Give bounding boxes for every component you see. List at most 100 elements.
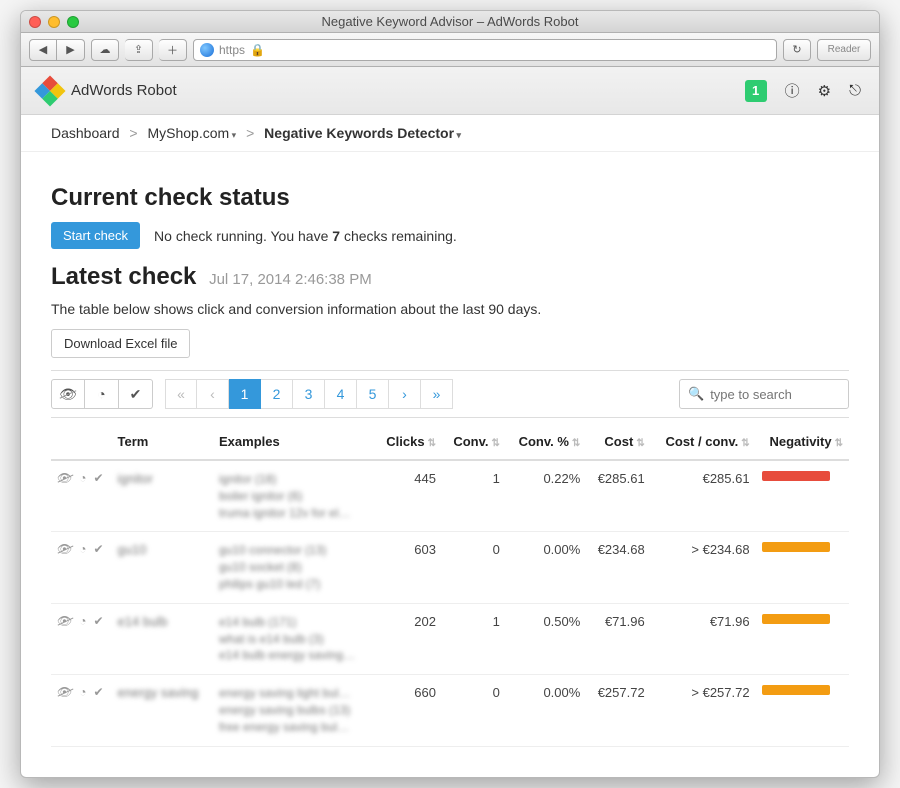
nav-forward-button[interactable]: ▶	[57, 39, 85, 61]
crumb-detector[interactable]: Negative Keywords Detector	[264, 125, 461, 141]
brand-name: AdWords Robot	[71, 82, 177, 99]
latest-timestamp: Jul 17, 2014 2:46:38 PM	[209, 271, 372, 288]
row-hide-icon[interactable]: 👁	[57, 542, 74, 556]
row-check-icon[interactable]: ✔	[93, 542, 105, 556]
page-prev[interactable]: ‹	[197, 379, 229, 409]
status-note: No check running. You have 7 checks rema…	[154, 228, 457, 244]
sort-icon: ⇅	[572, 438, 580, 449]
brand-logo-icon	[34, 75, 65, 106]
close-window-icon[interactable]	[29, 16, 41, 28]
row-hide-icon[interactable]: 👁	[57, 471, 74, 485]
latest-heading: Latest check Jul 17, 2014 2:46:38 PM	[51, 263, 849, 291]
col-examples[interactable]: Examples	[213, 424, 375, 460]
icloud-tabs-button[interactable]: ☁	[91, 39, 119, 61]
row-hide-icon[interactable]: 👁	[57, 614, 74, 628]
cell-conv: 1	[442, 460, 506, 532]
page-2[interactable]: 2	[261, 379, 293, 409]
reader-button[interactable]: Reader	[817, 39, 871, 61]
traffic-lights	[29, 16, 79, 28]
info-icon[interactable]: ⓘ	[785, 80, 800, 101]
cell-examples: e14 bulb (171)what is e14 bulb (3)e14 bu…	[213, 603, 375, 674]
cell-clicks: 603	[375, 532, 442, 603]
zoom-window-icon[interactable]	[67, 16, 79, 28]
col-cost-conv[interactable]: Cost / conv.⇅	[651, 424, 756, 460]
col-negativity[interactable]: Negativity⇅	[756, 424, 849, 460]
app-header: AdWords Robot 1 ⓘ ⚙ ⎋	[21, 67, 879, 115]
approve-button[interactable]: ✔	[119, 379, 153, 409]
search-input[interactable]	[710, 387, 840, 402]
minimize-window-icon[interactable]	[48, 16, 60, 28]
negativity-bar	[762, 685, 830, 695]
table-row: 👁◔✔energy savingenergy saving light bul……	[51, 675, 849, 746]
row-clock-icon[interactable]: ◔	[79, 614, 88, 628]
page-first[interactable]: «	[165, 379, 197, 409]
lock-icon: 🔒	[250, 43, 265, 57]
download-button[interactable]: Download Excel file	[51, 329, 190, 358]
row-action-group: 👁 ◔ ✔	[51, 379, 153, 409]
cell-term: e14 bulb	[118, 614, 168, 629]
share-button[interactable]: ⇪	[125, 39, 153, 61]
start-check-button[interactable]: Start check	[51, 222, 140, 249]
cell-negativity	[756, 675, 849, 746]
row-actions: 👁 ◔ ✔	[57, 542, 106, 556]
col-conv-pct[interactable]: Conv. %⇅	[506, 424, 586, 460]
cell-conv-pct: 0.00%	[506, 675, 586, 746]
page-3[interactable]: 3	[293, 379, 325, 409]
cell-cost: €285.61	[586, 460, 650, 532]
latest-desc: The table below shows click and conversi…	[51, 301, 849, 317]
row-actions: 👁 ◔ ✔	[57, 471, 106, 485]
sort-icon: ⇅	[491, 438, 499, 449]
cell-negativity	[756, 460, 849, 532]
table-toolbar: 👁 ◔ ✔ « ‹ 1 2 3 4 5 › » 🔍	[51, 370, 849, 418]
crumb-shop[interactable]: MyShop.com	[147, 125, 236, 141]
page-last[interactable]: »	[421, 379, 453, 409]
page-5[interactable]: 5	[357, 379, 389, 409]
page-4[interactable]: 4	[325, 379, 357, 409]
status-heading: Current check status	[51, 184, 849, 212]
breadcrumb: Dashboard > MyShop.com > Negative Keywor…	[21, 115, 879, 152]
col-cost[interactable]: Cost⇅	[586, 424, 650, 460]
col-term[interactable]: Term	[112, 424, 213, 460]
address-bar[interactable]: https 🔒	[193, 39, 777, 61]
reload-button[interactable]: ↻	[783, 39, 811, 61]
url-scheme: https	[219, 43, 245, 57]
cell-examples: energy saving light bul…energy saving bu…	[213, 675, 375, 746]
notification-badge[interactable]: 1	[745, 80, 767, 102]
crumb-sep: >	[246, 125, 254, 141]
cell-cost: €257.72	[586, 675, 650, 746]
cell-conv: 0	[442, 675, 506, 746]
row-actions: 👁 ◔ ✔	[57, 614, 106, 628]
row-clock-icon[interactable]: ◔	[79, 685, 88, 699]
row-clock-icon[interactable]: ◔	[79, 471, 88, 485]
cell-cost: €234.68	[586, 532, 650, 603]
row-hide-icon[interactable]: 👁	[57, 685, 74, 699]
row-clock-icon[interactable]: ◔	[79, 542, 88, 556]
hide-button[interactable]: 👁	[51, 379, 85, 409]
table-row: 👁 ◔ ✔ e14 bulb e14 bulb (171)what is e14 bul…	[51, 603, 849, 674]
row-check-icon[interactable]: ✔	[93, 614, 105, 628]
crumb-dashboard[interactable]: Dashboard	[51, 125, 120, 141]
search-box[interactable]: 🔍	[679, 379, 849, 409]
app-window: Negative Keyword Advisor – AdWords Robot…	[20, 10, 880, 778]
history-button[interactable]: ◔	[85, 379, 119, 409]
pagination: « ‹ 1 2 3 4 5 › »	[165, 379, 453, 409]
site-favicon-icon	[200, 43, 214, 57]
negativity-bar	[762, 471, 830, 481]
new-tab-button[interactable]: ＋	[159, 39, 187, 61]
row-check-icon[interactable]: ✔	[93, 685, 105, 699]
main-content: Current check status Start check No chec…	[21, 152, 879, 777]
cell-clicks: 445	[375, 460, 442, 532]
page-1[interactable]: 1	[229, 379, 261, 409]
page-next[interactable]: ›	[389, 379, 421, 409]
gear-icon[interactable]: ⚙	[818, 82, 831, 100]
cell-conv: 1	[442, 603, 506, 674]
col-clicks[interactable]: Clicks⇅	[375, 424, 442, 460]
logout-icon[interactable]: ⎋	[849, 82, 861, 99]
row-check-icon[interactable]: ✔	[93, 471, 105, 485]
cell-negativity	[756, 603, 849, 674]
eye-slash-icon: 👁	[59, 386, 77, 403]
cell-cost-conv: €285.61	[651, 460, 756, 532]
col-conv[interactable]: Conv.⇅	[442, 424, 506, 460]
cell-cost-conv: €71.96	[651, 603, 756, 674]
nav-back-button[interactable]: ◀	[29, 39, 57, 61]
